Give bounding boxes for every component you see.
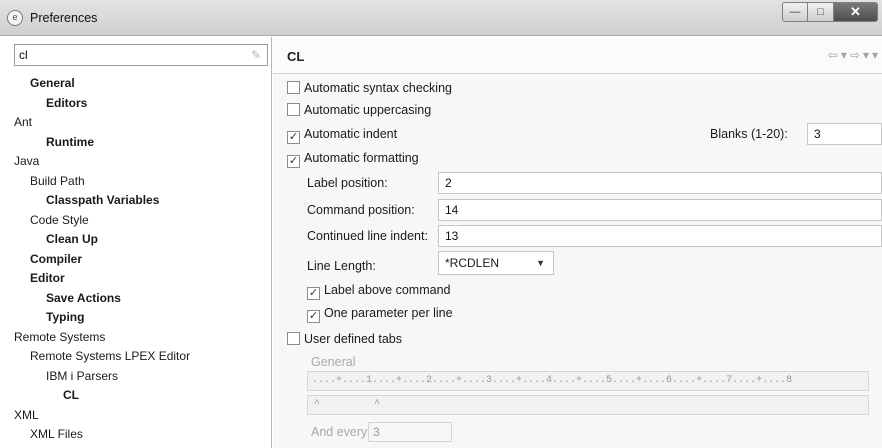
tree-item[interactable]: Code Style bbox=[0, 211, 272, 231]
view-menu-icon[interactable]: ▾ bbox=[872, 48, 878, 62]
tree-item[interactable]: Runtime bbox=[0, 133, 272, 153]
tree-item[interactable]: Remote Systems bbox=[0, 328, 272, 348]
back-menu-icon[interactable]: ▾ bbox=[841, 48, 847, 62]
tree-item[interactable]: Remote Systems LPEX Editor bbox=[0, 347, 272, 367]
auto-formatting-checkbox[interactable]: ✓ Automatic formatting bbox=[287, 151, 419, 168]
forward-menu-icon[interactable]: ▾ bbox=[863, 48, 869, 62]
user-tabs-checkbox[interactable]: User defined tabs bbox=[287, 332, 402, 346]
tab-stops-field: ^ ^ bbox=[307, 395, 869, 415]
uppercasing-label: Automatic uppercasing bbox=[304, 103, 432, 117]
label-position-label: Label position: bbox=[307, 176, 388, 190]
and-every-input: 3 bbox=[368, 422, 452, 442]
checkbox-icon[interactable]: ✓ bbox=[287, 131, 300, 144]
auto-formatting-label: Automatic formatting bbox=[304, 151, 419, 165]
continued-indent-label: Continued line indent: bbox=[307, 229, 428, 243]
tree-item[interactable]: Classpath Variables bbox=[0, 191, 272, 211]
filter-box: ✎ bbox=[14, 44, 268, 66]
tree-item[interactable]: Editor bbox=[0, 269, 272, 289]
forward-arrow-icon[interactable]: ⇨ bbox=[850, 48, 860, 62]
checkbox-icon[interactable] bbox=[287, 103, 300, 116]
tree-item[interactable]: XML bbox=[0, 406, 272, 426]
tree-item[interactable]: Compiler bbox=[0, 250, 272, 270]
one-param-label: One parameter per line bbox=[324, 306, 453, 320]
and-every-label: And every: bbox=[311, 425, 371, 439]
preference-page: CL ⇦ ▾ ⇨ ▾ ▾ Automatic syntax checking A… bbox=[273, 37, 882, 448]
general-label: General bbox=[311, 355, 356, 369]
clear-filter-icon[interactable]: ✎ bbox=[251, 48, 261, 62]
checkbox-icon[interactable]: ✓ bbox=[307, 287, 320, 300]
page-navigation: ⇦ ▾ ⇨ ▾ ▾ bbox=[828, 48, 878, 62]
tree-item[interactable]: Java bbox=[0, 152, 272, 172]
window-controls: — □ ✕ bbox=[782, 2, 878, 24]
filter-input[interactable] bbox=[19, 47, 239, 63]
page-header: CL ⇦ ▾ ⇨ ▾ ▾ bbox=[273, 37, 882, 74]
tree-item[interactable]: General bbox=[0, 74, 272, 94]
tree-item[interactable]: Typing bbox=[0, 308, 272, 328]
dropdown-arrow-icon[interactable]: ▼ bbox=[536, 252, 545, 274]
command-position-label: Command position: bbox=[307, 203, 415, 217]
title-bar: e Preferences — □ ✕ bbox=[0, 0, 882, 36]
back-arrow-icon[interactable]: ⇦ bbox=[828, 48, 838, 62]
preferences-tree-pane: ✎ GeneralEditorsAntRuntimeJavaBuild Path… bbox=[0, 37, 272, 448]
auto-indent-checkbox[interactable]: ✓ Automatic indent bbox=[287, 127, 397, 144]
line-length-label: Line Length: bbox=[307, 259, 376, 273]
eclipse-icon: e bbox=[7, 10, 23, 26]
tree-item[interactable]: Clean Up bbox=[0, 230, 272, 250]
one-param-checkbox[interactable]: ✓ One parameter per line bbox=[307, 306, 453, 323]
auto-indent-label: Automatic indent bbox=[304, 127, 398, 141]
page-title: CL bbox=[287, 49, 305, 64]
label-above-checkbox[interactable]: ✓ Label above command bbox=[307, 283, 450, 300]
command-position-input[interactable]: 14 bbox=[438, 199, 882, 221]
syntax-checking-checkbox[interactable]: Automatic syntax checking bbox=[287, 81, 452, 95]
blanks-label: Blanks (1-20): bbox=[710, 127, 788, 141]
window-title: Preferences bbox=[30, 11, 98, 25]
line-length-select[interactable]: *RCDLEN ▼ bbox=[438, 251, 554, 275]
syntax-checking-label: Automatic syntax checking bbox=[304, 81, 452, 95]
label-above-label: Label above command bbox=[324, 283, 451, 297]
tree-item[interactable]: Build Path bbox=[0, 172, 272, 192]
label-position-input[interactable]: 2 bbox=[438, 172, 882, 194]
checkbox-icon[interactable] bbox=[287, 81, 300, 94]
tree-item[interactable]: Editors bbox=[0, 94, 272, 114]
tree-item[interactable]: CL bbox=[0, 386, 272, 406]
continued-indent-input[interactable]: 13 bbox=[438, 225, 882, 247]
checkbox-icon[interactable]: ✓ bbox=[287, 155, 300, 168]
uppercasing-checkbox[interactable]: Automatic uppercasing bbox=[287, 103, 431, 117]
preferences-tree: General Editors Ant Runtime Java Build Path Cl… bbox=[0, 74, 272, 445]
close-button[interactable]: ✕ bbox=[834, 2, 878, 22]
minimize-button[interactable]: — bbox=[782, 2, 808, 22]
tree-item[interactable]: IBM i Parsers bbox=[0, 367, 272, 387]
user-tabs-label: User defined tabs bbox=[304, 332, 402, 346]
maximize-button[interactable]: □ bbox=[808, 2, 834, 22]
column-ruler: ....+....1....+....2....+....3....+....4… bbox=[307, 371, 869, 391]
line-length-value: *RCDLEN bbox=[445, 256, 500, 270]
tree-item[interactable]: XML Files bbox=[0, 425, 272, 445]
checkbox-icon[interactable] bbox=[287, 332, 300, 345]
checkbox-icon[interactable]: ✓ bbox=[307, 310, 320, 323]
blanks-input[interactable]: 3 bbox=[807, 123, 882, 145]
tree-item[interactable]: Save Actions bbox=[0, 289, 272, 309]
tree-item[interactable]: Ant bbox=[0, 113, 272, 133]
